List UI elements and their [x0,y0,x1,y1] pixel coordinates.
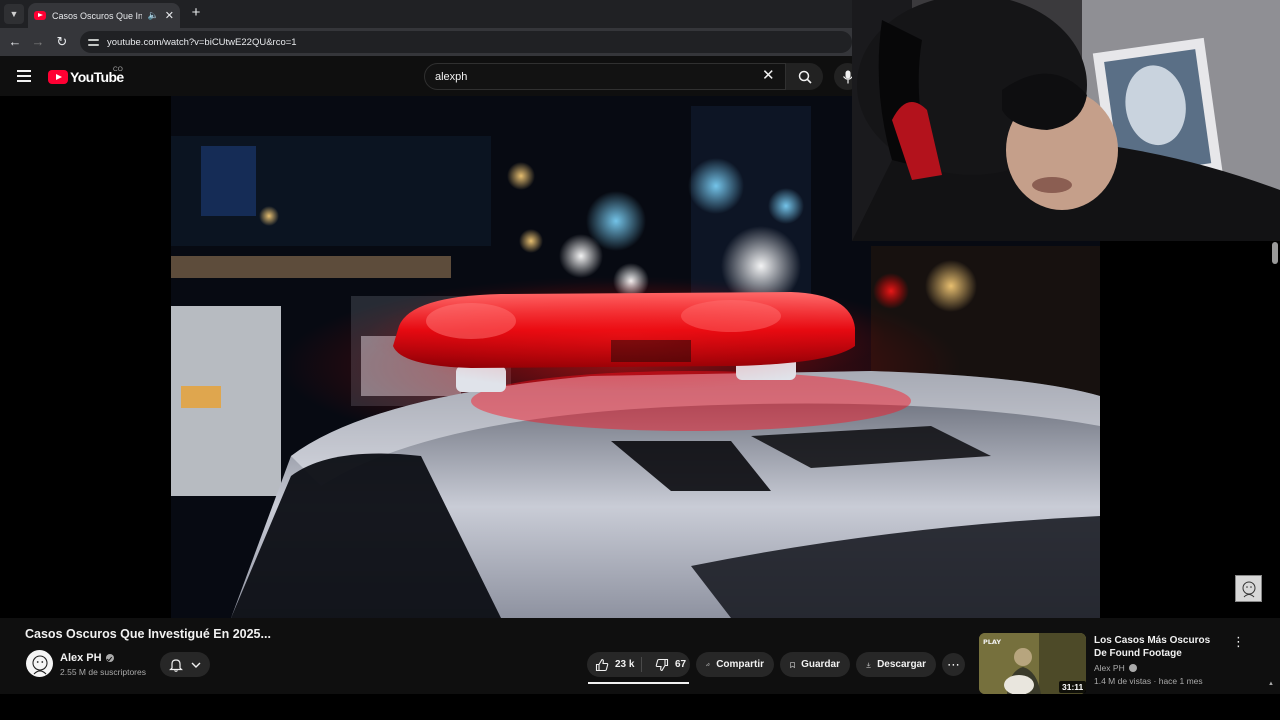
back-arrow-icon[interactable]: ← [6,33,24,51]
recommended-meta: 1.4 M de vistas · hace 1 mes [1094,676,1203,686]
share-arrow-icon [706,662,711,667]
url-text[interactable]: youtube.com/watch?v=biCUtwE22QU&rco=1 [107,37,297,48]
tab-audio-icon[interactable]: 🔈 [148,10,159,21]
search-button[interactable] [786,63,823,90]
tab-close-icon[interactable]: ✕ [165,9,174,22]
channel-face-icon [1242,581,1255,597]
channel-name[interactable]: Alex PH [60,652,114,664]
bookmark-icon [790,661,795,668]
like-button[interactable]: 23 k [587,657,642,672]
verified-badge-icon [105,654,114,662]
share-label: Compartir [716,659,764,670]
clear-search-icon[interactable]: ✕ [762,68,775,84]
search-query[interactable]: alexph [435,71,467,83]
search-input[interactable]: alexph [424,63,786,90]
streamer-webcam-image [852,0,1280,241]
country-code: CO [113,66,123,73]
download-label: Descargar [877,659,926,670]
channel-watermark[interactable] [1235,575,1262,602]
youtube-play-logo-icon [48,70,68,84]
share-button[interactable]: Compartir [696,652,774,677]
page-scrollbar[interactable] [1272,242,1278,264]
download-icon [866,662,871,668]
like-count: 23 k [615,659,635,670]
like-bar-indicator [588,682,689,684]
video-title: Casos Oscuros Que Investigué En 2025... [25,627,271,641]
save-label: Guardar [801,659,840,670]
new-tab-button[interactable]: + [188,4,204,22]
thumbs-up-icon [595,658,609,671]
reload-icon[interactable]: ↻ [53,33,71,51]
recommended-channel[interactable]: Alex PH [1094,663,1137,673]
channel-avatar[interactable] [26,650,53,677]
chevron-down-icon [191,662,201,668]
browser-tab[interactable]: Casos Oscuros Que Investig 🔈 ✕ [28,3,180,28]
more-actions-icon[interactable]: ⋯ [942,653,965,676]
subscriber-count: 2.55 M de suscriptores [60,667,146,677]
forward-arrow-icon[interactable]: → [29,33,47,51]
tab-title: Casos Oscuros Que Investig [52,10,142,21]
bottom-strip [0,694,1280,720]
download-button[interactable]: Descargar [856,652,936,677]
search-icon [798,70,812,84]
site-info-icon[interactable] [88,38,99,47]
recommended-channel-name[interactable]: Alex PH [1094,663,1125,673]
recommended-title[interactable]: Los Casos Más Oscuros De Found Footage [1094,634,1224,660]
avatar-face-icon [31,654,48,674]
like-dislike-group: 23 k 67 [587,652,690,677]
webcam-overlay [852,0,1280,241]
save-button[interactable]: Guardar [780,652,850,677]
bell-icon [169,658,183,672]
thumbnail-badge-text: PLAY [983,638,1001,646]
recommended-duration: 31:11 [1059,681,1087,693]
channel-name-text[interactable]: Alex PH [60,652,102,664]
tab-search-chevron-icon[interactable]: ▼ [4,4,24,24]
verified-badge-icon [1128,664,1137,672]
notification-bell-button[interactable] [160,652,210,677]
thumbs-down-icon [655,658,669,671]
scroll-down-arrow-icon[interactable]: ▲ [1268,681,1274,687]
hamburger-menu-icon[interactable] [17,70,31,82]
youtube-favicon-icon [34,11,46,20]
dislike-count: 67 [675,659,687,670]
recommended-more-icon[interactable]: ⋮ [1232,634,1245,650]
dislike-button[interactable]: 67 [648,658,686,672]
address-bar[interactable]: youtube.com/watch?v=biCUtwE22QU&rco=1 [80,31,852,53]
